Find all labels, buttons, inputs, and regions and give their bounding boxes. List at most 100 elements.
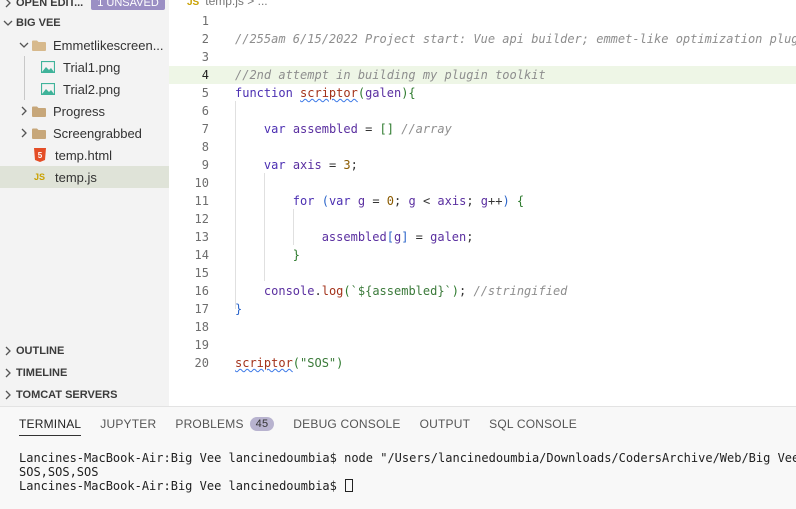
code-comment: //255am 6/15/2022 Project start: Vue api… [235, 32, 796, 46]
code-line: 5 function scriptor(galen){ [169, 84, 796, 102]
file-temp-html[interactable]: 5 temp.html [0, 144, 169, 166]
explorer-sidebar: OPEN EDIT... 1 UNSAVED BIG VEE Emmetlike… [0, 0, 169, 406]
folder-screengrabbed[interactable]: Screengrabbed [0, 122, 169, 144]
line-number: 1 [201, 14, 209, 28]
code-editor[interactable]: JS temp.js > ... 1 2 //255am 6/15/2022 Pro… [169, 0, 796, 406]
code-line: 7 var assembled = [] //array [169, 120, 796, 138]
line-number: 19 [194, 338, 209, 352]
chevron-down-icon [0, 18, 16, 28]
line-number: 16 [194, 284, 209, 298]
line-number: 14 [194, 248, 209, 262]
code-line: 12 [169, 210, 796, 228]
breadcrumb: JS temp.js > ... [187, 0, 268, 8]
javascript-icon: JS [187, 0, 200, 8]
code-identifier: assembled [321, 230, 387, 244]
chevron-right-icon [0, 390, 16, 400]
tab-label: PROBLEMS [175, 417, 244, 431]
open-editors-label: OPEN EDIT... [16, 0, 84, 9]
code-line: 16 console.log(`${assembled}`); //string… [169, 282, 796, 300]
folder-icon [32, 128, 46, 139]
html5-icon: 5 [34, 148, 46, 162]
bottom-panel: TERMINAL JUPYTER PROBLEMS 45 DEBUG CONSOL… [0, 406, 796, 509]
line-number: 17 [194, 302, 209, 316]
code-identifier: axis [437, 194, 467, 208]
timeline-label: TIMELINE [16, 367, 68, 379]
code-identifier: axis [292, 158, 322, 172]
chevron-right-icon [16, 106, 32, 116]
file-trial1[interactable]: Trial1.png [0, 56, 169, 78]
code-line: 13 assembled[g] = galen; [169, 228, 796, 246]
folder-emmetlikescreen[interactable]: Emmetlikescreen... [0, 34, 169, 56]
terminal-prompt[interactable]: Lancines-MacBook-Air:Big Vee lancinedoum… [19, 479, 354, 493]
javascript-icon: JS [34, 172, 46, 182]
chevron-down-icon [16, 40, 32, 50]
tab-problems[interactable]: PROBLEMS 45 [175, 407, 275, 441]
sidebar-item-label: Trial1.png [63, 59, 121, 75]
code-identifier: g [480, 194, 488, 208]
line-number: 20 [194, 356, 209, 370]
tab-debug-console[interactable]: DEBUG CONSOLE [293, 407, 400, 441]
code-line: 15 [169, 264, 796, 282]
current-code-line: 4 //2nd attempt in building my plugin too… [169, 66, 796, 84]
code-comment: //2nd attempt in building my plugin tool… [235, 68, 546, 82]
sidebar-item-label: Screengrabbed [53, 125, 142, 141]
line-number: 11 [194, 194, 209, 208]
tab-label: TERMINAL [19, 417, 82, 431]
outline-section[interactable]: OUTLINE [0, 340, 169, 362]
code-line: 8 [169, 138, 796, 156]
code-number: 3 [343, 158, 351, 172]
outline-label: OUTLINE [16, 345, 65, 357]
code-keyword: for [292, 194, 315, 208]
code-keyword: var [328, 194, 351, 208]
sidebar-item-label: Trial2.png [63, 81, 121, 97]
code-line: 14 } [169, 246, 796, 264]
code-comment: //array [401, 122, 452, 136]
unsaved-badge: 1 UNSAVED [91, 0, 165, 10]
file-temp-js[interactable]: JS temp.js [0, 166, 169, 188]
code-function-name: scriptor [300, 86, 358, 100]
tomcat-servers-section[interactable]: TOMCAT SERVERS [0, 384, 169, 406]
sidebar-item-label: Progress [53, 103, 106, 119]
code-identifier: console [263, 284, 315, 298]
folder-icon [32, 106, 46, 117]
file-trial2[interactable]: Trial2.png [0, 78, 169, 100]
tab-sql-console[interactable]: SQL CONSOLE [489, 407, 577, 441]
folder-icon [32, 40, 46, 51]
sidebar-item-label: temp.js [55, 169, 97, 185]
chevron-right-icon [0, 368, 16, 378]
tab-terminal[interactable]: TERMINAL [19, 407, 82, 441]
line-number: 7 [201, 122, 209, 136]
line-number: 9 [201, 158, 209, 172]
svg-text:5: 5 [38, 151, 43, 160]
line-number: 8 [201, 140, 209, 154]
timeline-section[interactable]: TIMELINE [0, 362, 169, 384]
problems-count-badge: 45 [249, 417, 275, 431]
code-line: 6 [169, 102, 796, 120]
line-number: 3 [201, 50, 209, 64]
project-header[interactable]: BIG VEE [0, 12, 169, 34]
code-line: 10 [169, 174, 796, 192]
tab-jupyter[interactable]: JUPYTER [100, 407, 156, 441]
terminal-line: SOS,SOS,SOS [19, 465, 99, 479]
tab-output[interactable]: OUTPUT [420, 407, 471, 441]
tab-label: DEBUG CONSOLE [293, 417, 401, 431]
line-number: 18 [194, 320, 209, 334]
tab-label: JUPYTER [100, 417, 157, 431]
code-identifier: g [408, 194, 416, 208]
code-number: 0 [386, 194, 395, 208]
code-comment: //stringified [473, 284, 568, 298]
breadcrumb-file[interactable]: temp.js [205, 0, 244, 8]
sidebar-item-label: Emmetlikescreen... [53, 37, 164, 53]
code-keyword: var [263, 122, 286, 136]
tab-label: OUTPUT [419, 417, 471, 431]
code-function-name: scriptor [235, 356, 293, 370]
line-number: 10 [194, 176, 209, 190]
code-line: 19 [169, 336, 796, 354]
chevron-right-icon [0, 346, 16, 356]
terminal-cursor [345, 479, 354, 492]
line-number: 15 [194, 266, 209, 280]
code-string: `${assembled}` [350, 284, 452, 298]
folder-progress[interactable]: Progress [0, 100, 169, 122]
sidebar-item-label: temp.html [55, 147, 113, 163]
code-keyword: var [263, 158, 286, 172]
